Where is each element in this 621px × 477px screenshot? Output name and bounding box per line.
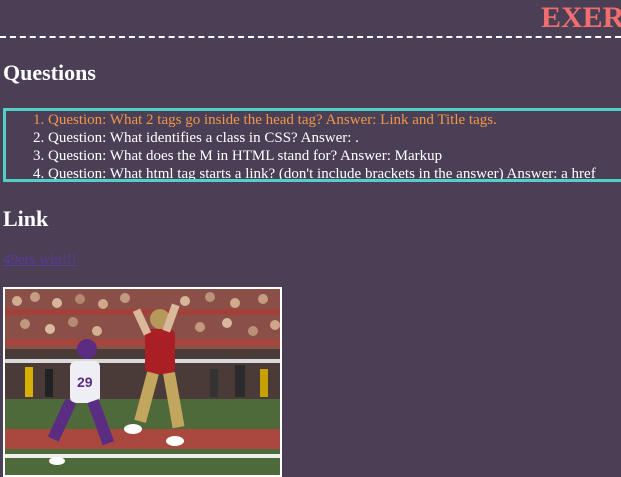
question-item-2: Question: What identifies a class in CSS… [48,129,621,147]
question-item-1: Question: What 2 tags go inside the head… [48,111,621,129]
questions-box: Question: What 2 tags go inside the head… [3,108,621,182]
question-item-4: Question: What html tag starts a link? (… [48,165,621,179]
questions-heading: Questions [3,60,96,85]
football-photo: 29 [3,287,282,477]
dashed-divider [0,36,621,38]
questions-list: Question: What 2 tags go inside the head… [6,111,621,179]
49ers-link[interactable]: 49ers win!!! [3,252,77,269]
page-title: EXER [541,1,621,34]
link-heading: Link [3,206,49,231]
football-photo-illustration: 29 [5,289,280,475]
svg-text:29: 29 [77,374,93,390]
question-item-3: Question: What does the M in HTML stand … [48,147,621,165]
